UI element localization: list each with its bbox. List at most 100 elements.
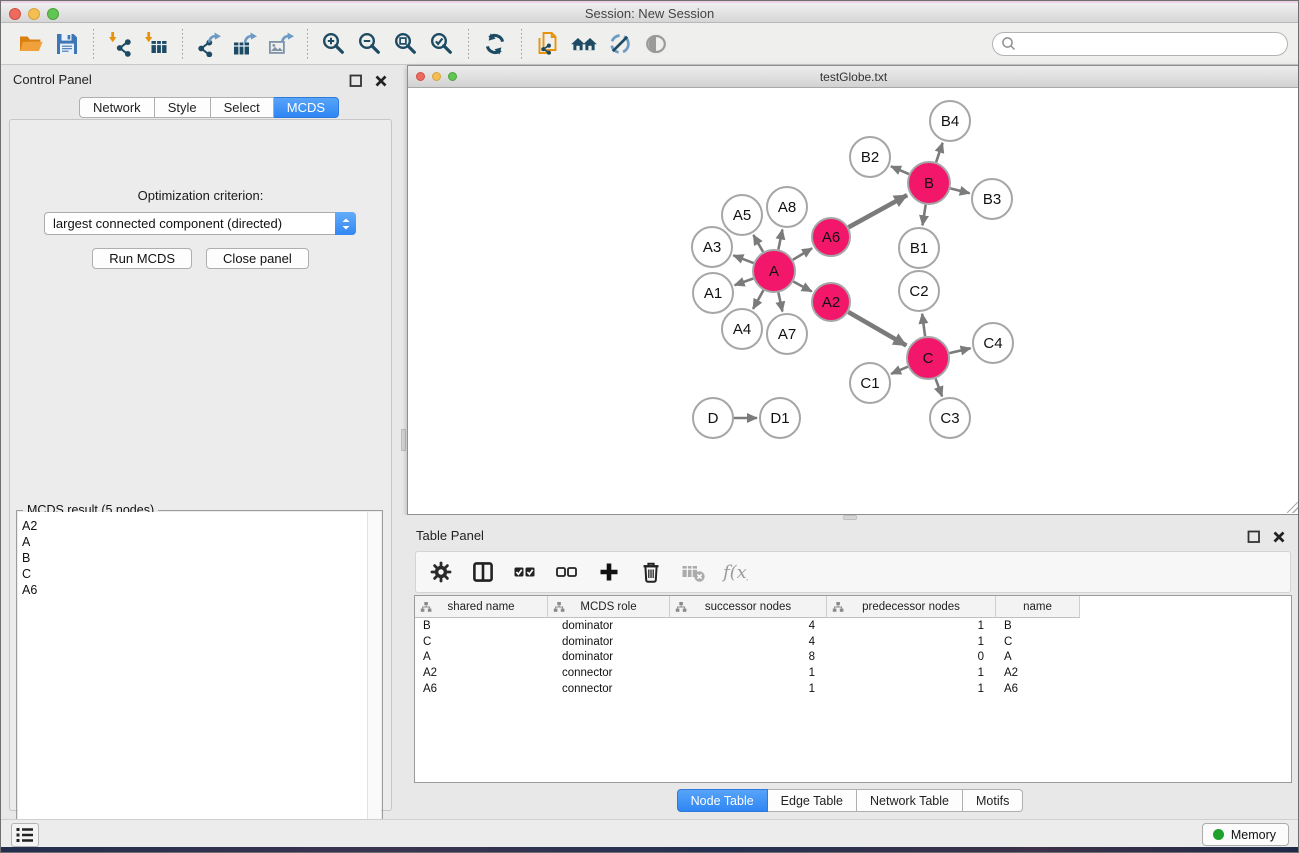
refresh-button[interactable] <box>477 27 513 61</box>
svg-text:D1: D1 <box>770 410 789 427</box>
tab-style[interactable]: Style <box>155 97 211 118</box>
close-panel-button[interactable]: Close panel <box>206 248 309 269</box>
toolbar-separator <box>93 29 94 59</box>
svg-text:A1: A1 <box>704 285 722 302</box>
toggle-columns-button[interactable] <box>466 556 500 588</box>
edge-C-C4 <box>949 348 970 353</box>
function-builder-icon: f(x) <box>722 559 748 585</box>
mcds-result-item[interactable]: A <box>22 534 367 550</box>
import-network-button[interactable] <box>102 27 138 61</box>
run-mcds-button[interactable]: Run MCDS <box>92 248 192 269</box>
network-canvas[interactable]: B4 B2 B B3 A8A5 A6 A3 B1 A C2 A1 A2 A4A7 C4 C C1 C3 D D1 <box>408 88 1299 514</box>
close-panel-icon[interactable] <box>1270 528 1288 546</box>
column-header-predecessor-nodes[interactable]: predecessor nodes <box>827 596 996 618</box>
node-C3[interactable]: C3 <box>930 398 970 438</box>
mcds-result-item[interactable]: C <box>22 566 367 582</box>
hide-graphics-details-button[interactable] <box>602 27 638 61</box>
toolbar-separator <box>521 29 522 59</box>
float-panel-icon[interactable] <box>1245 528 1263 546</box>
node-A4[interactable]: A4 <box>722 309 762 349</box>
scrollbar[interactable] <box>367 512 381 853</box>
zoom-in-button[interactable] <box>316 27 352 61</box>
deselect-all-checkboxes-button[interactable] <box>550 556 584 588</box>
select-all-checkboxes-button[interactable] <box>508 556 542 588</box>
table-row[interactable]: Bdominator41B <box>415 618 1291 634</box>
close-panel-icon[interactable] <box>372 72 390 90</box>
tab-network[interactable]: Network <box>79 97 155 118</box>
export-network-button[interactable] <box>191 27 227 61</box>
homes-button[interactable] <box>566 27 602 61</box>
duplicate-network-button[interactable] <box>530 27 566 61</box>
node-A2[interactable]: A2 <box>812 283 850 321</box>
float-panel-icon[interactable] <box>347 72 365 90</box>
node-B3[interactable]: B3 <box>972 179 1012 219</box>
zoom-out-button[interactable] <box>352 27 388 61</box>
delete-column-button[interactable] <box>634 556 668 588</box>
resize-grip[interactable] <box>1287 502 1298 513</box>
svg-text:C1: C1 <box>860 375 879 392</box>
open-session-button[interactable] <box>13 27 49 61</box>
export-table-button[interactable] <box>227 27 263 61</box>
node-C1[interactable]: C1 <box>850 363 890 403</box>
edge-A-A7 <box>778 293 782 312</box>
node-A7[interactable]: A7 <box>767 314 807 354</box>
main-area: Control Panel NetworkStyleSelectMCDS Opt… <box>1 65 1298 819</box>
tab-motifs[interactable]: Motifs <box>963 789 1023 812</box>
optimization-criterion-dropdown[interactable]: largest connected component (directed) <box>44 212 356 235</box>
node-D1[interactable]: D1 <box>760 398 800 438</box>
node-C2[interactable]: C2 <box>899 271 939 311</box>
save-session-button[interactable] <box>49 27 85 61</box>
node-B[interactable]: B <box>908 162 950 204</box>
delete-table-icon <box>680 559 706 585</box>
node-A[interactable]: A <box>753 250 795 292</box>
node-B2[interactable]: B2 <box>850 137 890 177</box>
search-input[interactable] <box>1018 35 1287 53</box>
delete-table-button <box>676 556 710 588</box>
table-row[interactable]: A2connector11A2 <box>415 665 1291 681</box>
panel-list-button[interactable] <box>11 823 39 847</box>
node-B4[interactable]: B4 <box>930 101 970 141</box>
refresh-icon <box>482 31 508 57</box>
tab-edge-table[interactable]: Edge Table <box>768 789 857 812</box>
memory-button[interactable]: Memory <box>1202 823 1289 846</box>
column-header-shared-name[interactable]: shared name <box>415 596 548 618</box>
table-row[interactable]: Cdominator41C <box>415 634 1291 650</box>
mcds-result-item[interactable]: B <box>22 550 367 566</box>
table-row[interactable]: Adominator80A <box>415 649 1291 665</box>
node-C[interactable]: C <box>907 337 949 379</box>
column-header-MCDS-role[interactable]: MCDS role <box>548 596 670 618</box>
node-A5[interactable]: A5 <box>722 195 762 235</box>
session-title: Session: New Session <box>1 6 1298 21</box>
tab-select[interactable]: Select <box>211 97 274 118</box>
node-B1[interactable]: B1 <box>899 228 939 268</box>
node-D[interactable]: D <box>693 398 733 438</box>
edge-A6-B <box>849 195 908 227</box>
edge-A-A4 <box>753 290 763 309</box>
column-header-successor-nodes[interactable]: successor nodes <box>670 596 827 618</box>
node-A8[interactable]: A8 <box>767 187 807 227</box>
edge-B-B4 <box>936 143 943 162</box>
zoom-fit-button[interactable] <box>388 27 424 61</box>
mcds-result-item[interactable]: A6 <box>22 582 367 598</box>
column-header-name[interactable]: name <box>996 596 1080 618</box>
settings-gear-button[interactable] <box>424 556 458 588</box>
zoom-selected-button[interactable] <box>424 27 460 61</box>
export-image-button[interactable] <box>263 27 299 61</box>
tab-network-table[interactable]: Network Table <box>857 789 963 812</box>
optimization-criterion-label: Optimization criterion: <box>10 188 391 203</box>
add-column-button[interactable] <box>592 556 626 588</box>
table-row[interactable]: A6connector11A6 <box>415 681 1291 697</box>
tab-mcds[interactable]: MCDS <box>274 97 339 118</box>
node-A1[interactable]: A1 <box>693 273 733 313</box>
node-A6[interactable]: A6 <box>812 218 850 256</box>
table-cell: 8 <box>670 651 827 663</box>
mcds-result-item[interactable]: A2 <box>22 518 367 534</box>
show-graphics-details-button[interactable] <box>638 27 674 61</box>
tab-node-table[interactable]: Node Table <box>677 789 768 812</box>
node-C4[interactable]: C4 <box>973 323 1013 363</box>
search-field[interactable] <box>992 32 1288 56</box>
svg-text:B2: B2 <box>861 149 879 166</box>
import-table-button[interactable] <box>138 27 174 61</box>
network-window-title: testGlobe.txt <box>408 70 1299 84</box>
node-A3[interactable]: A3 <box>692 227 732 267</box>
